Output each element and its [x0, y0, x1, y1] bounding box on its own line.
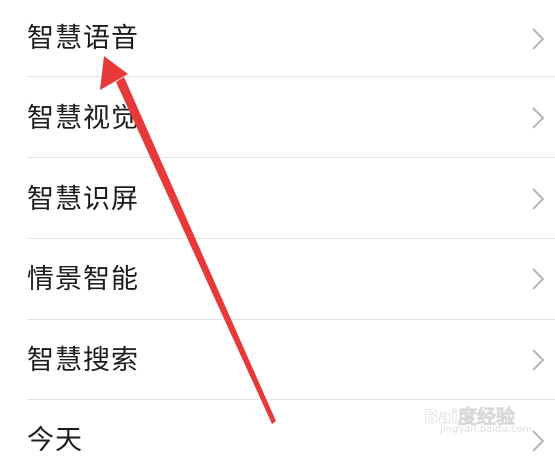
menu-item-smart-voice[interactable]: 智慧语音 [0, 0, 555, 80]
menu-item-smart-vision[interactable]: 智慧视觉 [0, 77, 555, 157]
menu-item-scenario-intelligence[interactable]: 情景智能 [0, 239, 555, 319]
menu-item-label: 智慧视觉 [27, 103, 139, 134]
chevron-right-icon [532, 28, 545, 50]
menu-item-label: 智慧识屏 [27, 184, 139, 215]
menu-item-label: 今天 [27, 425, 83, 456]
menu-item-label: 情景智能 [27, 264, 139, 295]
baidu-jingyan-watermark: Bai度经验 jingyan.baidu.com [424, 402, 552, 438]
watermark-url: jingyan.baidu.com [440, 424, 533, 435]
chevron-right-icon [532, 188, 545, 210]
settings-menu-list: 智慧语音 智慧视觉 智慧识屏 情景智能 智慧搜索 今天 [0, 0, 555, 465]
menu-item-smart-screen-recognition[interactable]: 智慧识屏 [0, 158, 555, 238]
menu-item-smart-search[interactable]: 智慧搜索 [0, 320, 555, 400]
chevron-right-icon [532, 349, 545, 371]
menu-item-label: 智慧搜索 [27, 345, 139, 376]
chevron-right-icon [532, 107, 545, 129]
menu-item-label: 智慧语音 [27, 23, 139, 54]
chevron-right-icon [532, 268, 545, 290]
